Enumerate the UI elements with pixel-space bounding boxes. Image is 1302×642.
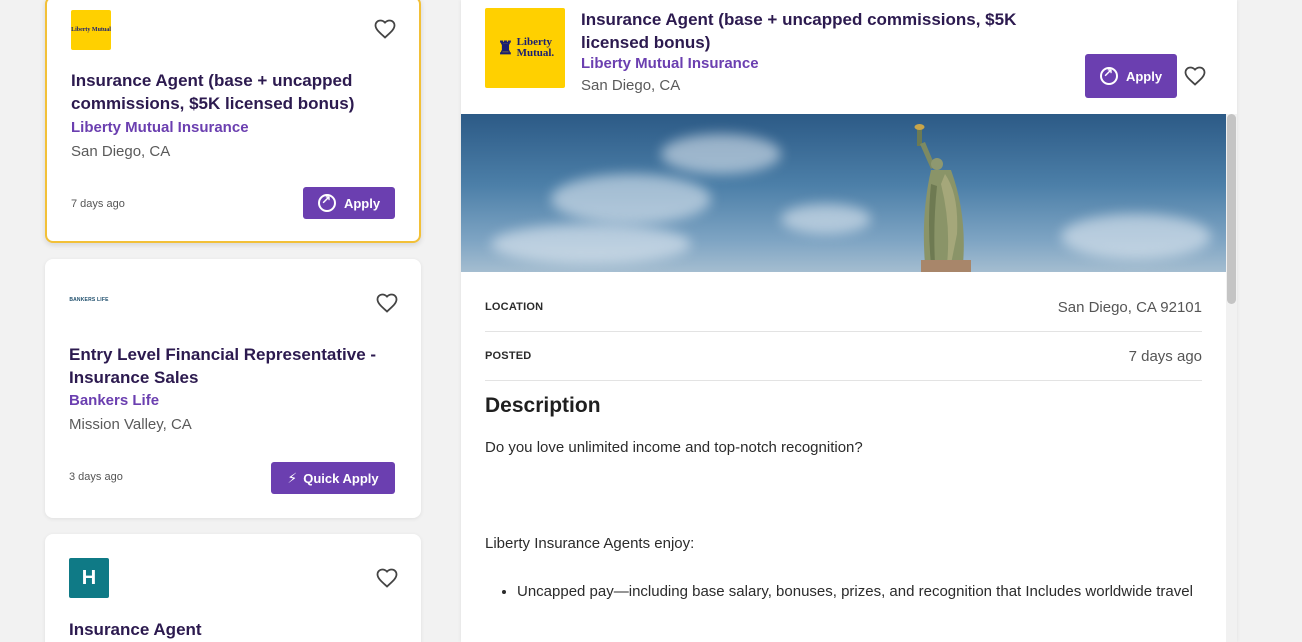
job-title[interactable]: Insurance Agent (69, 618, 381, 641)
scrollbar[interactable] (1226, 114, 1237, 642)
location-value: San Diego, CA 92101 (1057, 298, 1202, 316)
company-logo: Liberty Mutual (71, 10, 111, 50)
quick-apply-button-label: Quick Apply (303, 470, 379, 486)
company-logo-text: Liberty Mutual. (516, 36, 555, 59)
job-title[interactable]: Entry Level Financial Representative - I… (69, 343, 381, 389)
company-name: Liberty Mutual Insurance (71, 119, 249, 136)
company-logo-text: H (81, 566, 97, 589)
statue-of-liberty-image (914, 124, 971, 272)
job-card-bankers-life[interactable]: BANKERS LIFE Entry Level Financial Repre… (45, 259, 421, 518)
heart-icon[interactable] (1183, 64, 1207, 88)
quick-apply-button[interactable]: ⚡ Quick Apply (271, 462, 395, 494)
company-name[interactable]: Liberty Mutual Insurance (581, 55, 759, 72)
location-row: LOCATION San Diego, CA 92101 (485, 283, 1202, 332)
posted-label: POSTED (485, 350, 532, 362)
company-logo-text: BANKERS LIFE (69, 297, 109, 303)
heart-icon[interactable] (373, 17, 397, 41)
description-paragraph: Liberty Insurance Agents enjoy: (485, 535, 695, 552)
job-location: Mission Valley, CA (69, 416, 192, 433)
job-detail-panel: ♜ Liberty Mutual. Insurance Agent (base … (461, 0, 1237, 642)
external-link-icon (317, 193, 336, 212)
company-logo-text: Liberty Mutual (71, 27, 111, 33)
description-paragraph: Do you love unlimited income and top-not… (485, 439, 863, 456)
job-title: Insurance Agent (base + uncapped commiss… (581, 10, 1017, 52)
external-link-icon (1099, 66, 1118, 85)
company-logo: ♜ Liberty Mutual. (485, 8, 565, 88)
posted-age: 3 days ago (69, 471, 123, 483)
apply-button-label: Apply (1125, 68, 1163, 84)
company-logo: BANKERS LIFE (69, 280, 109, 320)
heart-icon[interactable] (375, 291, 399, 315)
posted-age: 7 days ago (71, 198, 125, 210)
job-location: San Diego, CA (581, 77, 681, 94)
apply-button[interactable]: Apply (303, 187, 395, 219)
apply-button-label: Apply (343, 195, 381, 211)
job-card-h-company[interactable]: H Insurance Agent (45, 534, 421, 642)
location-label: LOCATION (485, 301, 544, 313)
hero-image (461, 114, 1226, 272)
list-item: Uncapped pay—including base salary, bonu… (517, 580, 1197, 604)
posted-row: POSTED 7 days ago (485, 332, 1202, 381)
job-card-liberty-mutual[interactable]: Liberty Mutual Insurance Agent (base + u… (45, 0, 421, 243)
posted-value: 7 days ago (1128, 347, 1202, 365)
job-location: San Diego, CA (71, 143, 171, 160)
company-name: Bankers Life (69, 392, 160, 409)
description-heading: Description (485, 394, 601, 417)
description-bullet-list: Uncapped pay—including base salary, bonu… (517, 580, 1197, 604)
apply-button[interactable]: Apply (1085, 54, 1177, 98)
heart-icon[interactable] (375, 566, 399, 590)
statue-icon: ♜ (497, 37, 514, 58)
job-title[interactable]: Insurance Agent (base + uncapped commiss… (71, 69, 379, 115)
company-logo: H (69, 558, 109, 598)
scrollbar-thumb[interactable] (1227, 114, 1236, 304)
lightning-icon: ⚡ (287, 469, 298, 486)
